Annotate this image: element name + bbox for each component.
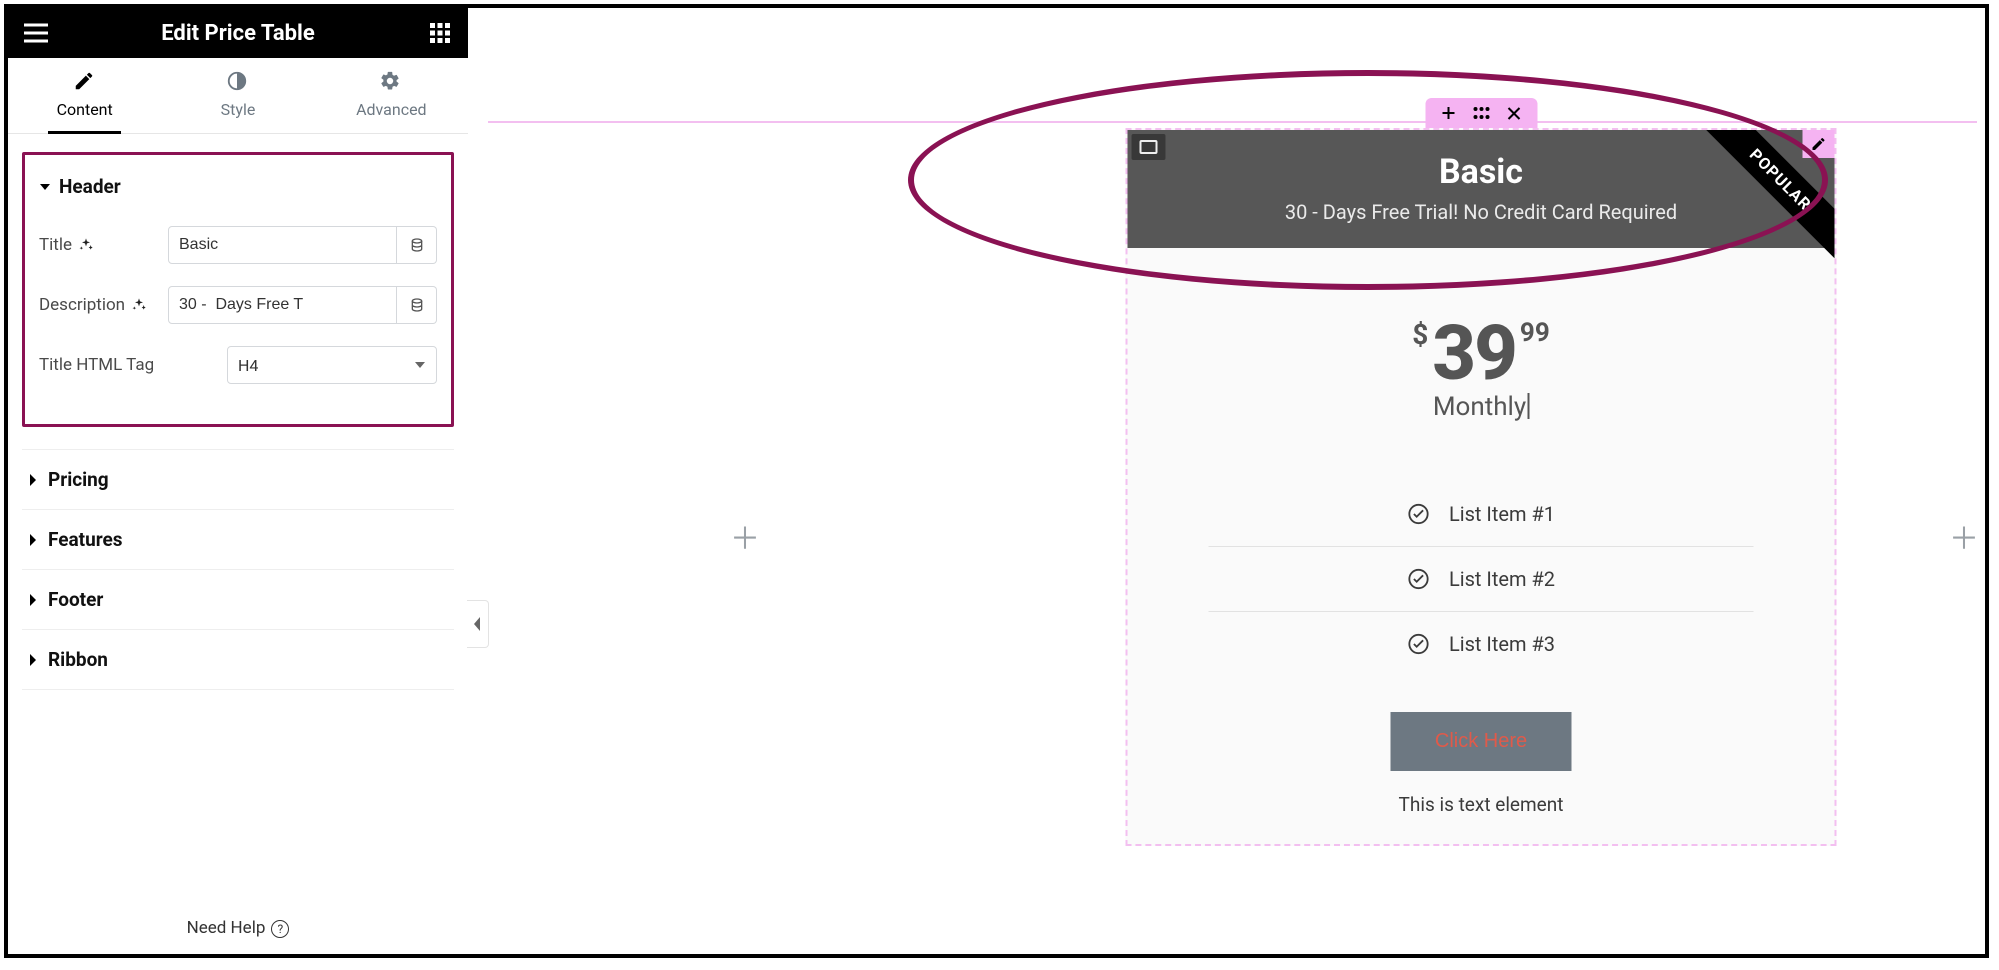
sidebar-title: Edit Price Table <box>50 21 426 46</box>
dynamic-tags-button[interactable] <box>397 226 437 264</box>
tab-style-label: Style <box>221 100 256 119</box>
title-input[interactable] <box>168 226 397 264</box>
field-html-tag: Title HTML Tag H4 <box>39 346 437 384</box>
apps-icon[interactable] <box>426 19 454 47</box>
ai-sparkle-icon[interactable] <box>78 237 94 253</box>
tab-content-label: Content <box>57 100 113 119</box>
card-description: 30 - Days Free Trial! No Credit Card Req… <box>1168 200 1795 224</box>
card-title: Basic <box>1168 152 1795 192</box>
tab-advanced-label: Advanced <box>356 100 427 119</box>
widget-add-icon[interactable] <box>1442 106 1456 120</box>
section-header-toggle[interactable]: Header <box>39 175 437 198</box>
feature-text: List Item #3 <box>1449 632 1555 656</box>
panel-body: Header Title <box>8 134 468 954</box>
price-cents: 99 <box>1520 318 1550 348</box>
field-title-label: Title <box>39 235 168 255</box>
section-footer-label: Footer <box>48 588 103 611</box>
section-ribbon-toggle[interactable]: Ribbon <box>22 629 454 690</box>
price-card[interactable]: POPULAR Basic 30 - Days Free Trial! No C… <box>1126 128 1837 846</box>
widget-drag-icon[interactable] <box>1474 107 1490 119</box>
cta-button[interactable]: Click Here <box>1391 712 1571 771</box>
section-ribbon-label: Ribbon <box>48 648 108 671</box>
tab-style[interactable]: Style <box>161 58 314 133</box>
editor-sidebar: Edit Price Table Content Styl <box>8 8 468 954</box>
feature-text: List Item #1 <box>1449 502 1555 526</box>
tab-advanced[interactable]: Advanced <box>315 58 468 133</box>
chevron-down-icon <box>414 359 426 371</box>
widget-toolbar <box>1425 98 1537 128</box>
field-title: Title <box>39 226 437 264</box>
sidebar-collapse-handle[interactable] <box>467 600 489 648</box>
card-header: POPULAR Basic 30 - Days Free Trial! No C… <box>1128 130 1835 248</box>
section-features-toggle[interactable]: Features <box>22 509 454 569</box>
caret-down-icon <box>39 181 51 193</box>
editor-canvas[interactable]: ＋ ＋ POPULAR Basi <box>468 8 1985 954</box>
feature-text: List Item #2 <box>1449 567 1555 591</box>
section-footer-toggle[interactable]: Footer <box>22 569 454 629</box>
price-period: Monthly <box>1148 392 1815 422</box>
contrast-icon <box>226 70 250 94</box>
caret-right-icon <box>28 534 38 546</box>
price-block: $ 39 99 Monthly <box>1128 248 1835 442</box>
field-description: Description <box>39 286 437 324</box>
caret-right-icon <box>28 474 38 486</box>
price-currency: $ <box>1412 318 1428 351</box>
html-tag-value: H4 <box>238 356 258 375</box>
editor-tabs: Content Style Advanced <box>8 58 468 134</box>
section-features-label: Features <box>48 528 123 551</box>
sidebar-header: Edit Price Table <box>8 8 468 58</box>
menu-icon[interactable] <box>22 19 50 47</box>
edit-widget-button[interactable] <box>1803 130 1835 158</box>
dynamic-tags-button[interactable] <box>397 286 437 324</box>
add-section-right[interactable]: ＋ <box>1949 514 1979 558</box>
price-table-widget: POPULAR Basic 30 - Days Free Trial! No C… <box>1126 98 1837 846</box>
check-circle-icon <box>1407 567 1431 591</box>
field-html-tag-label: Title HTML Tag <box>39 355 227 375</box>
section-header-box: Header Title <box>22 152 454 427</box>
need-help-link[interactable]: Need Help? <box>8 918 468 938</box>
price-amount: 39 <box>1432 308 1516 398</box>
pencil-icon <box>73 70 97 94</box>
section-pricing-label: Pricing <box>48 468 109 491</box>
caret-right-icon <box>28 654 38 666</box>
widget-close-icon[interactable] <box>1508 107 1521 120</box>
field-description-label: Description <box>39 295 168 315</box>
help-icon: ? <box>271 920 289 938</box>
add-section-left[interactable]: ＋ <box>730 514 760 558</box>
ai-sparkle-icon[interactable] <box>131 297 147 313</box>
gear-icon <box>379 70 403 94</box>
description-input[interactable] <box>168 286 397 324</box>
section-pricing-toggle[interactable]: Pricing <box>22 449 454 509</box>
html-tag-select[interactable]: H4 <box>227 346 437 384</box>
tab-content[interactable]: Content <box>8 58 161 133</box>
feature-list: List Item #1 List Item #2 List Item #3 <box>1209 482 1754 676</box>
feature-item: List Item #3 <box>1209 612 1754 676</box>
container-icon[interactable] <box>1132 134 1166 160</box>
check-circle-icon <box>1407 632 1431 656</box>
feature-item: List Item #1 <box>1209 482 1754 547</box>
caret-right-icon <box>28 594 38 606</box>
check-circle-icon <box>1407 502 1431 526</box>
feature-item: List Item #2 <box>1209 547 1754 612</box>
card-footer-text: This is text element <box>1128 771 1835 844</box>
section-header-label: Header <box>59 175 121 198</box>
